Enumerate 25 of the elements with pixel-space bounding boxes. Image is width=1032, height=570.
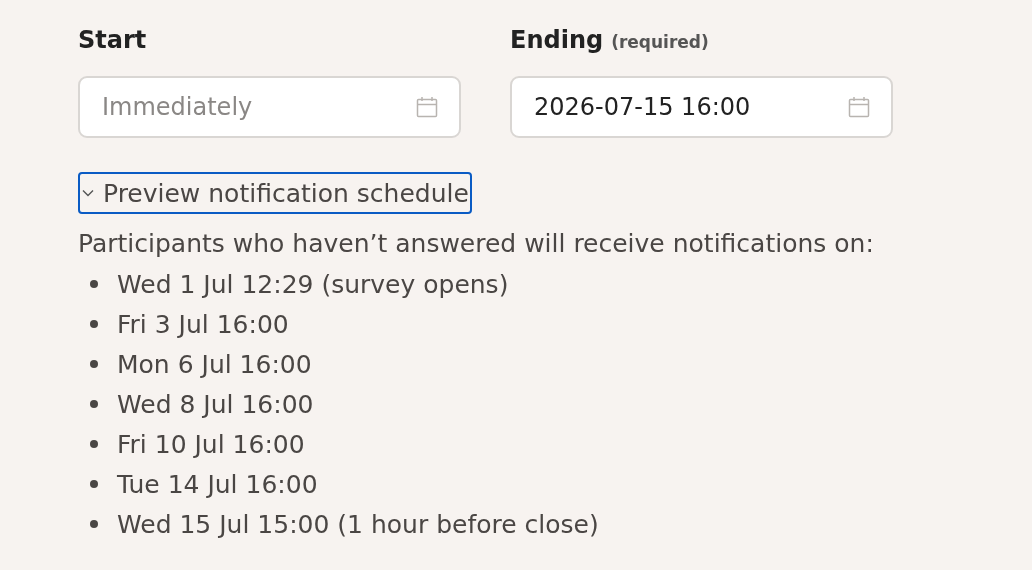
field-label: Ending bbox=[510, 26, 604, 54]
bullet-icon bbox=[90, 360, 98, 368]
schedule-date: Fri 3 Jul 16:00 bbox=[117, 309, 289, 339]
schedule-intro: Participants who haven’t answered will receive notifications on: bbox=[78, 228, 875, 260]
bullet-icon bbox=[90, 520, 98, 528]
bullet-icon bbox=[90, 320, 98, 328]
required-note: (required) bbox=[611, 32, 709, 52]
preview-toggle[interactable]: Preview notification schedule bbox=[78, 172, 472, 214]
calendar-icon[interactable] bbox=[847, 95, 871, 119]
schedule-date: Wed 15 Jul 15:00 (1 hour before close) bbox=[117, 509, 599, 539]
schedule-date: Fri 10 Jul 16:00 bbox=[117, 429, 305, 459]
field-value: 2026-07-15 16:00 bbox=[534, 93, 752, 121]
bullet-icon bbox=[90, 400, 98, 408]
schedule-date: Wed 8 Jul 16:00 bbox=[117, 389, 314, 419]
bullet-icon bbox=[90, 440, 98, 448]
bullet-icon bbox=[90, 280, 98, 288]
schedule-date: Tue 14 Jul 16:00 bbox=[117, 469, 318, 499]
field-label: Start bbox=[78, 26, 147, 54]
date-field[interactable]: Immediately bbox=[78, 76, 461, 138]
bullet-icon bbox=[90, 480, 98, 488]
date-field[interactable]: 2026-07-15 16:00 bbox=[510, 76, 893, 138]
field-placeholder: Immediately bbox=[102, 93, 254, 121]
schedule-date: Mon 6 Jul 16:00 bbox=[117, 349, 312, 379]
schedule-date: Wed 1 Jul 12:29 (survey opens) bbox=[117, 269, 509, 299]
calendar-icon[interactable] bbox=[415, 95, 439, 119]
